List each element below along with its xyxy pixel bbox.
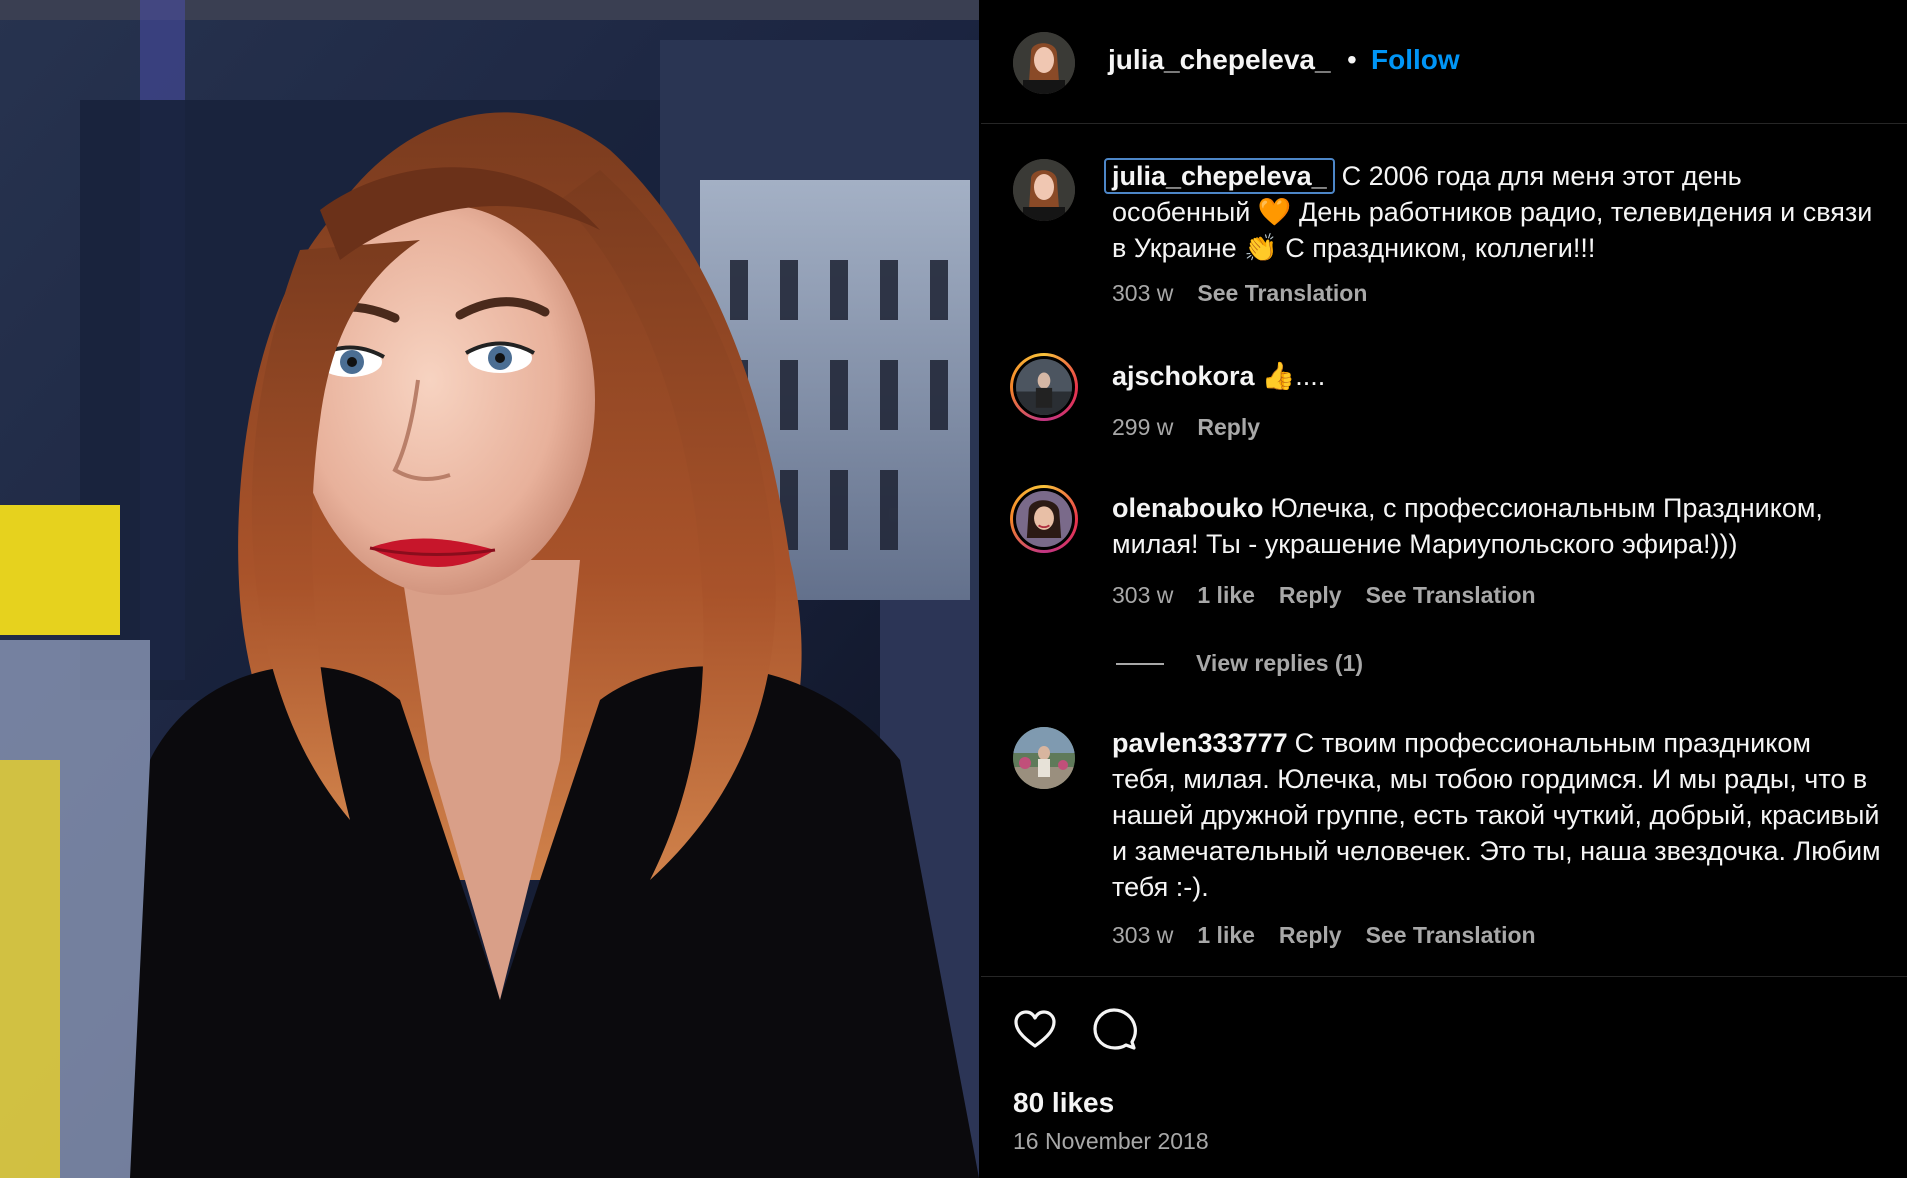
avatar-image: [1016, 359, 1072, 415]
reply-button[interactable]: Reply: [1197, 414, 1260, 441]
caption-avatar[interactable]: [1013, 159, 1075, 221]
comment-text: 👍....: [1261, 361, 1326, 391]
caption: julia_chepeleva_ С 2006 года для меня это…: [1104, 158, 1882, 266]
see-translation-button[interactable]: See Translation: [1366, 922, 1536, 949]
speech-bubble-icon: [1093, 1008, 1137, 1050]
see-translation-button[interactable]: See Translation: [1366, 582, 1536, 609]
comment-username[interactable]: pavlen333777: [1112, 728, 1288, 758]
reply-button[interactable]: Reply: [1279, 582, 1342, 609]
commenter-avatar[interactable]: [1010, 485, 1078, 553]
comment: ajschokora 👍....: [1112, 358, 1882, 394]
commenter-avatar[interactable]: [1010, 353, 1078, 421]
comment-time[interactable]: 299 w: [1112, 414, 1173, 441]
avatar-image-frame: [1013, 488, 1075, 550]
comment-meta: 299 w Reply: [1112, 414, 1260, 441]
see-translation-button[interactable]: See Translation: [1197, 280, 1367, 307]
comment-meta: 303 w 1 like Reply See Translation: [1112, 582, 1536, 609]
comment-button[interactable]: [1091, 1006, 1139, 1054]
caption-username[interactable]: julia_chepeleva_: [1104, 158, 1335, 194]
instagram-post-view: julia_chepeleva_ • Follow julia_chepelev…: [0, 0, 1907, 1178]
caption-time[interactable]: 303 w: [1112, 280, 1173, 307]
comment-meta: 303 w 1 like Reply See Translation: [1112, 922, 1536, 949]
comment: pavlen333777 С твоим профессиональным пра…: [1112, 725, 1882, 905]
comment-username[interactable]: ajschokora: [1112, 361, 1255, 391]
comment-likes[interactable]: 1 like: [1197, 582, 1255, 609]
reply-button[interactable]: Reply: [1279, 922, 1342, 949]
commenter-avatar[interactable]: [1013, 727, 1075, 789]
comment-time[interactable]: 303 w: [1112, 582, 1173, 609]
replies-dash: [1116, 662, 1164, 665]
actions-divider: [981, 976, 1907, 977]
comment-username[interactable]: olenabouko: [1112, 493, 1264, 523]
caption-meta: 303 w See Translation: [1112, 280, 1367, 307]
avatar-image-frame: [1013, 356, 1075, 418]
view-replies-button[interactable]: View replies (1): [1116, 650, 1363, 677]
post-date: 16 November 2018: [1013, 1128, 1209, 1154]
avatar-image: [1016, 491, 1072, 547]
follow-button[interactable]: Follow: [1371, 44, 1460, 76]
action-bar: [1011, 1006, 1139, 1054]
post-side-panel: julia_chepeleva_ • Follow julia_chepelev…: [981, 0, 1907, 1178]
comment: olenabouko Юлечка, с профессиональным Пра…: [1112, 490, 1882, 562]
header-separator: •: [1347, 44, 1357, 75]
comment-likes[interactable]: 1 like: [1197, 922, 1255, 949]
like-button[interactable]: [1011, 1006, 1059, 1054]
post-photo[interactable]: [0, 0, 979, 1178]
comment-time[interactable]: 303 w: [1112, 922, 1173, 949]
heart-icon: [1014, 1010, 1056, 1048]
author-avatar[interactable]: [1013, 32, 1075, 94]
view-replies-label: View replies (1): [1196, 650, 1364, 676]
selfie-portrait-image: [0, 0, 979, 1178]
likes-count[interactable]: 80 likes: [1013, 1087, 1114, 1119]
header-username[interactable]: julia_chepeleva_: [1108, 44, 1331, 76]
avatar-image: [1013, 32, 1075, 94]
header-divider: [981, 123, 1907, 124]
avatar-image: [1013, 727, 1075, 789]
avatar-image: [1013, 159, 1075, 221]
